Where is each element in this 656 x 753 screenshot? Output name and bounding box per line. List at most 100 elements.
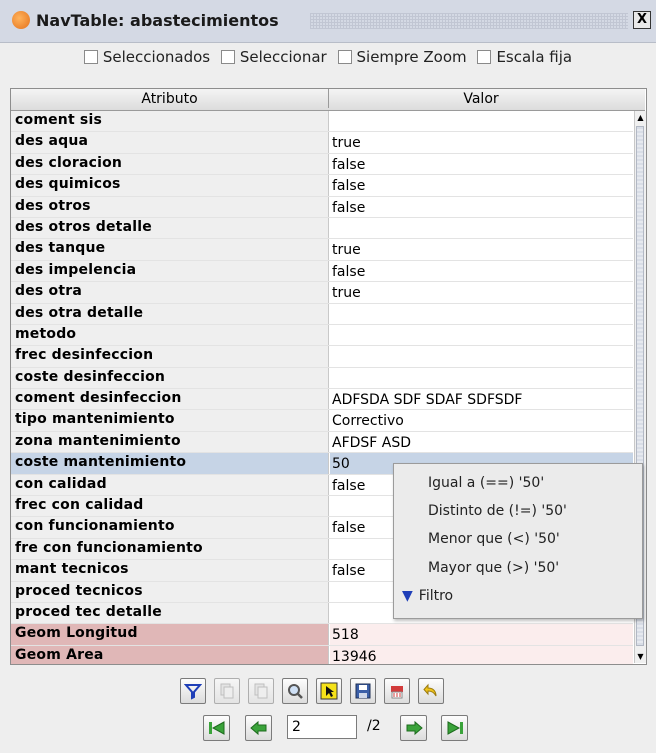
attribute-name-cell: proced tec detalle [11, 602, 329, 624]
attribute-name-cell: des aqua [11, 132, 329, 153]
table-row[interactable]: des impelencia false [11, 260, 633, 283]
checkbox[interactable] [477, 50, 492, 64]
attribute-value-cell[interactable] [330, 304, 633, 324]
table-row[interactable]: des otros false [11, 196, 633, 218]
option-escala-fija[interactable]: Escala fija [477, 48, 572, 66]
table-row[interactable]: coment desinfeccion ADFSDA SDF SDAF SDFSD… [11, 389, 633, 411]
attribute-name-cell: mant tecnicos [11, 560, 329, 581]
option-label: Escala fija [496, 48, 573, 66]
table-row[interactable]: des cloracion false [11, 153, 633, 176]
attribute-value-cell[interactable]: AFDSF ASD [330, 432, 633, 452]
table-row[interactable]: coment sis [11, 111, 633, 133]
attribute-name-cell: des tanque [11, 239, 329, 260]
attribute-name-cell: coment sis [11, 111, 329, 132]
menu-item-filter[interactable]: ▼ Filtro [402, 588, 453, 604]
attribute-value-cell[interactable]: Correctivo [330, 410, 633, 430]
attribute-value-cell[interactable] [330, 218, 633, 238]
attribute-value-cell[interactable]: false [330, 261, 633, 281]
option-seleccionados[interactable]: Seleccionados [83, 48, 211, 66]
column-header-attribute[interactable]: Atributo [11, 89, 329, 108]
options-row: Seleccionados Seleccionar Siempre Zoom E… [0, 48, 656, 72]
select-icon [320, 682, 338, 700]
table-row[interactable]: frec desinfeccion [11, 346, 633, 368]
save-icon [355, 683, 371, 699]
attribute-value-cell[interactable]: true [330, 282, 633, 302]
attribute-name-cell: des quimicos [11, 175, 329, 196]
attribute-value-cell[interactable]: false [330, 154, 633, 174]
attribute-value-cell[interactable] [330, 346, 633, 366]
menu-item-equal[interactable]: Igual a (==) '50' [428, 475, 544, 491]
attribute-name-cell: con calidad [11, 474, 329, 496]
attribute-value-cell[interactable] [330, 368, 633, 388]
attribute-name-cell: con funcionamiento [11, 517, 329, 538]
close-button[interactable]: X [633, 11, 651, 29]
delete-button[interactable] [384, 678, 410, 704]
attribute-name-cell: proced tecnicos [11, 581, 329, 602]
table-row[interactable]: tipo mantenimiento Correctivo [11, 410, 633, 432]
last-arrow-icon [447, 721, 463, 735]
attribute-value-cell[interactable] [330, 111, 633, 131]
copy-selected-icon [220, 683, 234, 699]
table-header: Atributo Valor [11, 89, 645, 111]
scroll-down-icon[interactable]: ▼ [636, 652, 645, 661]
table-row[interactable]: coste desinfeccion [11, 367, 633, 390]
page-number-input[interactable]: 2 [287, 715, 357, 739]
attribute-value-cell[interactable]: false [330, 175, 633, 195]
save-button[interactable] [350, 678, 376, 704]
select-button[interactable] [316, 678, 342, 704]
menu-item-filter-label: Filtro [418, 588, 454, 604]
zoom-button[interactable] [282, 678, 308, 704]
attribute-value-cell[interactable] [330, 325, 633, 345]
table-row[interactable]: metodo [11, 324, 633, 347]
table-row[interactable]: des otros detalle [11, 217, 633, 240]
previous-record-button[interactable] [245, 715, 272, 741]
table-row[interactable]: Geom Area 13946 [11, 645, 633, 664]
toolbar [0, 678, 656, 708]
table-row[interactable]: des quimicos false [11, 175, 633, 197]
undo-button[interactable] [418, 678, 444, 704]
funnel-icon: ▼ [402, 588, 413, 604]
option-seleccionar[interactable]: Seleccionar [220, 48, 327, 66]
attribute-name-cell: des otra detalle [11, 303, 329, 324]
column-header-value[interactable]: Valor [330, 91, 632, 107]
attribute-value-cell[interactable]: true [330, 132, 633, 152]
attribute-value-cell[interactable]: false [330, 197, 633, 217]
menu-item-not-equal[interactable]: Distinto de (!=) '50' [428, 503, 567, 519]
next-record-button[interactable] [400, 715, 427, 741]
table-row[interactable]: des otra true [11, 282, 633, 304]
last-record-button[interactable] [441, 715, 468, 741]
record-navigation: 2 /2 [0, 715, 656, 745]
attribute-value-cell[interactable]: ADFSDA SDF SDAF SDFSDF [330, 389, 633, 409]
attribute-value-cell[interactable]: 13946 [330, 645, 633, 664]
checkbox[interactable] [83, 50, 98, 64]
attribute-name-cell: fre con funcionamiento [11, 538, 329, 560]
scroll-up-icon[interactable]: ▲ [636, 113, 645, 122]
table-row[interactable]: des tanque true [11, 239, 633, 261]
menu-item-less-than[interactable]: Menor que (<) '50' [428, 531, 560, 547]
attribute-name-cell: frec con calidad [11, 496, 329, 517]
attribute-value-cell[interactable]: 518 [330, 624, 633, 645]
attribute-name-cell: coste mantenimiento [11, 453, 329, 474]
option-label: Seleccionados [102, 48, 211, 66]
table-row[interactable]: zona mantenimiento AFDSF ASD [11, 431, 633, 454]
first-record-button[interactable] [203, 715, 230, 741]
copy-previous-icon [254, 683, 268, 699]
attribute-name-cell: des otra [11, 282, 329, 303]
table-row[interactable]: des otra detalle [11, 303, 633, 325]
attribute-name-cell: des impelencia [11, 260, 329, 282]
copy-previous-button[interactable] [248, 678, 274, 704]
title-bar-grip[interactable] [310, 13, 628, 29]
checkbox[interactable] [337, 50, 352, 64]
filter-button[interactable] [180, 678, 206, 704]
filter-icon [184, 684, 202, 700]
table-row[interactable]: Geom Longitud 518 [11, 624, 633, 646]
checkbox[interactable] [220, 50, 235, 64]
table-row[interactable]: des aqua true [11, 132, 633, 154]
menu-item-greater-than[interactable]: Mayor que (>) '50' [428, 560, 559, 576]
attribute-value-cell[interactable]: true [330, 239, 633, 259]
option-label: Siempre Zoom [356, 48, 467, 66]
option-siempre-zoom[interactable]: Siempre Zoom [337, 48, 467, 66]
copy-selected-button[interactable] [214, 678, 240, 704]
next-arrow-icon [406, 720, 423, 736]
attribute-name-cell: Geom Longitud [11, 624, 329, 645]
